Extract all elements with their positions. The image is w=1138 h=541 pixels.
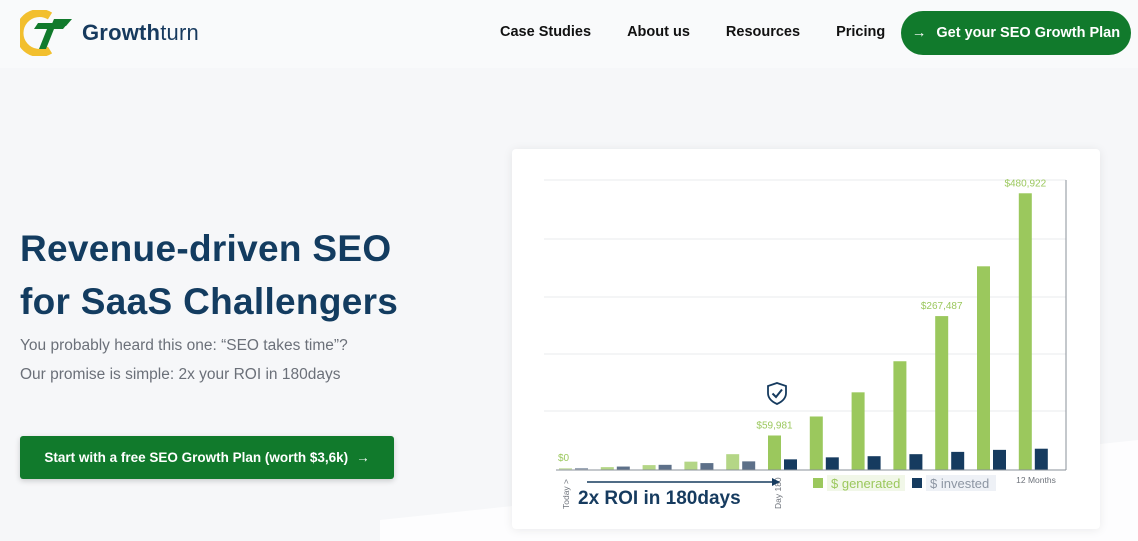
bar-generated	[935, 316, 949, 470]
site-header: Growthturn Case Studies About us Resourc…	[0, 0, 1138, 68]
legend-invested-label: $ invested	[930, 476, 989, 491]
shield-check-icon	[767, 382, 787, 405]
get-seo-plan-label: Get your SEO Growth Plan	[936, 25, 1121, 41]
roi-bar-chart: $0$59,981$267,487$480,922 Today > Day 18…	[544, 178, 1067, 509]
bar-invested	[616, 466, 630, 470]
roi-annotation: 2x ROI in 180days	[578, 488, 741, 509]
roi-arrow	[587, 478, 780, 486]
bar-generated	[726, 454, 740, 470]
hero-title-line-2: for SaaS Challengers	[20, 281, 399, 322]
bar-generated	[977, 266, 990, 470]
data-label: $480,922	[1004, 178, 1046, 189]
nav-pricing[interactable]: Pricing	[836, 24, 885, 40]
hero-title: Revenue-driven SEO for SaaS Challengers	[20, 222, 398, 328]
bar-invested	[867, 456, 881, 470]
chart-bars	[559, 193, 1048, 471]
bar-invested	[658, 464, 672, 470]
main-nav: Case Studies About us Resources Pricing	[500, 24, 885, 40]
hero-subtitle-line-1: You probably heard this one: “SEO takes …	[20, 337, 348, 354]
free-seo-plan-button[interactable]: Start with a free SEO Growth Plan (worth…	[20, 436, 394, 479]
bar-invested	[742, 461, 756, 470]
hero-title-line-1: Revenue-driven SEO	[20, 228, 392, 269]
bar-generated	[684, 461, 698, 470]
nav-resources[interactable]: Resources	[726, 24, 800, 40]
brand-logo[interactable]: Growthturn	[20, 10, 199, 56]
hero-subtitle-line-2: Our promise is simple: 2x your ROI in 18…	[20, 366, 341, 383]
chart-data-labels: $0 $59,981 $267,487 $480,922	[558, 178, 1047, 464]
nav-about-us[interactable]: About us	[627, 24, 690, 40]
roi-chart-card: $0 $59,981 $267,487 $480,922 Today > Day 18…	[512, 149, 1100, 529]
bar-generated	[851, 392, 865, 470]
legend-generated-label: $ generated	[831, 476, 900, 491]
bar-generated	[893, 361, 907, 470]
bar-invested	[993, 449, 1006, 470]
legend-generated-swatch	[813, 478, 823, 488]
x-label-12-months: 12 Months	[1016, 475, 1056, 485]
nav-case-studies[interactable]: Case Studies	[500, 24, 591, 40]
data-label: $267,487	[921, 301, 963, 312]
x-label-today: Today >	[561, 479, 571, 509]
chart-legend: $ generated $ invested	[813, 475, 996, 491]
get-seo-plan-button[interactable]: → Get your SEO Growth Plan	[901, 11, 1131, 55]
data-label: $59,981	[756, 420, 793, 431]
bar-invested	[784, 459, 797, 470]
bar-generated	[768, 435, 781, 470]
bar-invested	[951, 451, 965, 470]
bar-invested	[1034, 448, 1048, 470]
free-seo-plan-label: Start with a free SEO Growth Plan (worth…	[44, 450, 349, 465]
arrow-right-icon: →	[356, 450, 370, 465]
data-label: $0	[558, 453, 570, 464]
bar-invested	[825, 457, 839, 470]
arrow-right-icon: →	[911, 25, 927, 41]
growthturn-logo-icon	[20, 10, 72, 56]
bar-generated	[642, 465, 656, 470]
bar-generated	[1018, 193, 1032, 471]
brand-name: Growthturn	[82, 20, 199, 45]
bar-generated	[809, 416, 823, 470]
bar-invested	[909, 454, 923, 470]
legend-invested-swatch	[912, 478, 922, 488]
bar-invested	[700, 463, 714, 470]
